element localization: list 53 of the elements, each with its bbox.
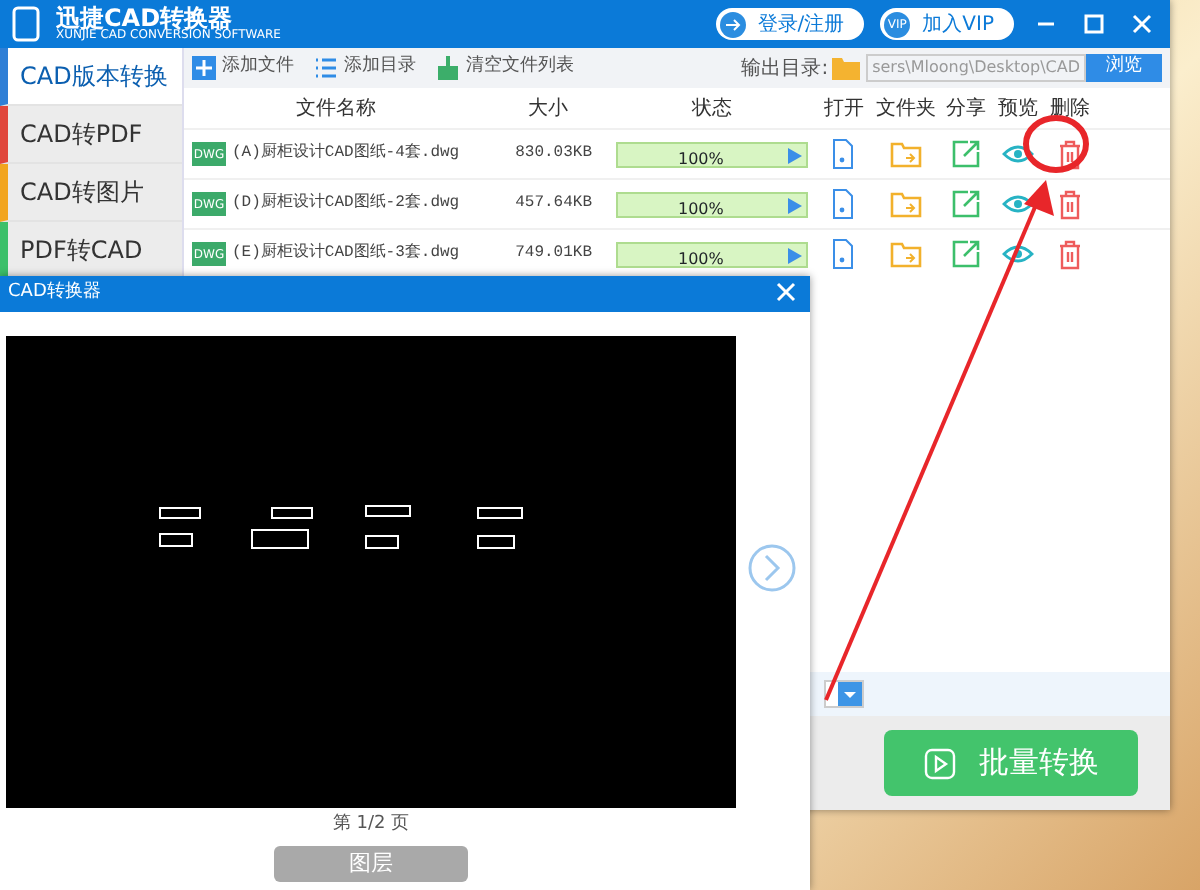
highlight-circle bbox=[1023, 115, 1089, 173]
folder-icon[interactable] bbox=[890, 238, 922, 270]
add-folder-button[interactable]: 添加目录 bbox=[314, 54, 416, 82]
play-icon bbox=[788, 197, 802, 213]
output-label: 输出目录: bbox=[741, 55, 829, 83]
file-size: 749.01KB bbox=[513, 242, 594, 266]
app-title: 迅捷CAD转换器 bbox=[56, 6, 233, 30]
maximize-icon bbox=[1084, 13, 1104, 34]
progress-text: 100% bbox=[678, 147, 724, 169]
page-indicator: 第 1/2 页 bbox=[332, 812, 410, 838]
file-size: 830.03KB bbox=[513, 142, 594, 166]
trash-icon[interactable] bbox=[1054, 138, 1086, 170]
trash-icon[interactable] bbox=[1054, 238, 1086, 270]
file-name: (D)厨柜设计CAD图纸-2套.dwg bbox=[232, 192, 460, 216]
folder-icon[interactable] bbox=[890, 188, 922, 220]
browse-button[interactable]: 浏览 bbox=[1086, 54, 1162, 82]
play-icon bbox=[788, 247, 802, 263]
file-name: (E)厨柜设计CAD图纸-3套.dwg bbox=[232, 242, 460, 266]
list-icon bbox=[314, 56, 338, 80]
column-header: 状态 bbox=[690, 95, 734, 123]
dropdown-field[interactable] bbox=[824, 680, 864, 708]
close-icon bbox=[776, 281, 796, 302]
clear-list-button[interactable]: 清空文件列表 bbox=[436, 54, 574, 82]
sidebar-item[interactable]: CAD版本转换 bbox=[0, 48, 182, 106]
dialog-title: CAD转换器 bbox=[8, 280, 101, 307]
column-header: 文件名称 bbox=[294, 95, 378, 123]
file-name: (A)厨柜设计CAD图纸-4套.dwg bbox=[232, 142, 460, 166]
file-size: 457.64KB bbox=[513, 192, 594, 216]
column-header: 打开 bbox=[822, 95, 866, 123]
share-icon[interactable] bbox=[950, 238, 982, 270]
login-button[interactable]: 登录/注册 bbox=[715, 8, 865, 40]
share-icon[interactable] bbox=[950, 138, 982, 170]
play-icon bbox=[923, 747, 955, 779]
sidebar-item[interactable]: PDF转CAD bbox=[0, 222, 182, 280]
column-header: 删除 bbox=[1048, 95, 1092, 123]
folder-icon bbox=[832, 56, 861, 80]
trash-icon[interactable] bbox=[1054, 188, 1086, 220]
sidebar-item[interactable]: CAD转PDF bbox=[0, 106, 182, 164]
column-header: 文件夹 bbox=[874, 95, 938, 123]
column-header: 分享 bbox=[944, 95, 988, 123]
close-icon bbox=[1132, 13, 1152, 34]
add-file-button[interactable]: 添加文件 bbox=[192, 54, 294, 82]
folder-icon[interactable] bbox=[890, 138, 922, 170]
caret-icon bbox=[838, 682, 862, 706]
progress-text: 100% bbox=[678, 247, 724, 269]
column-header: 大小 bbox=[526, 95, 570, 123]
column-header: 预览 bbox=[996, 95, 1040, 123]
progress-text: 100% bbox=[678, 197, 724, 219]
share-icon[interactable] bbox=[950, 188, 982, 220]
sidebar-item[interactable]: CAD转图片 bbox=[0, 164, 182, 222]
plus-icon bbox=[192, 56, 216, 80]
play-icon bbox=[788, 147, 802, 163]
app-logo-icon bbox=[12, 6, 40, 42]
